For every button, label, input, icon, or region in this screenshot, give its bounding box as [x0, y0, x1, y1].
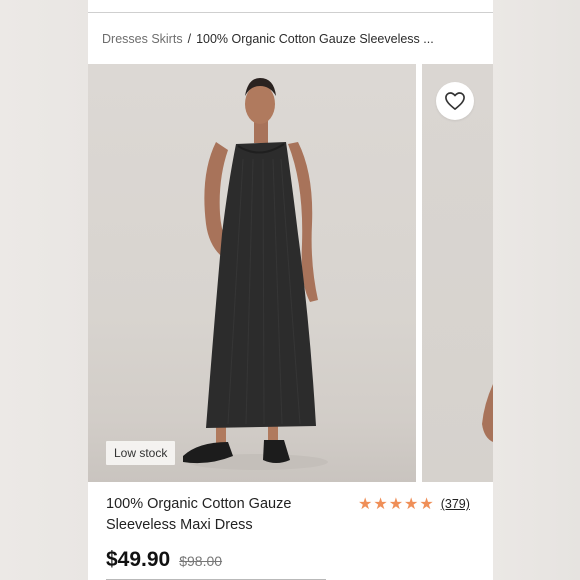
product-image-main[interactable]: Low stock — [88, 64, 416, 482]
model-photo-secondary — [482, 384, 493, 442]
review-count-link[interactable]: (379) — [441, 497, 470, 511]
breadcrumb: Dresses Skirts / 100% Organic Cotton Gauze… — [102, 32, 482, 50]
breadcrumb-separator: / — [187, 32, 192, 46]
breadcrumb-current: 100% Organic Cotton Gauze Sleeveless ... — [196, 32, 434, 46]
product-rating[interactable]: ★★★★★ (379) — [358, 494, 488, 514]
low-stock-badge: Low stock — [106, 441, 176, 465]
breadcrumb-category-link[interactable]: Dresses Skirts — [102, 32, 183, 46]
model-photo — [183, 78, 328, 470]
divider — [88, 12, 493, 13]
product-gallery[interactable]: Low stock — [88, 64, 493, 482]
price-original: $98.00 — [179, 553, 223, 569]
product-image-secondary[interactable] — [422, 64, 493, 482]
product-card: Dresses Skirts / 100% Organic Cotton Gauze… — [88, 0, 493, 580]
product-title: 100% Organic Cotton Gauze Sleeveless Max… — [106, 496, 292, 533]
favorite-button[interactable] — [436, 82, 474, 120]
star-rating-icons: ★★★★★ — [358, 496, 435, 513]
heart-icon — [445, 92, 465, 110]
price-row: $49.90 $98.00 — [106, 548, 222, 574]
price-current: $49.90 — [106, 548, 171, 571]
